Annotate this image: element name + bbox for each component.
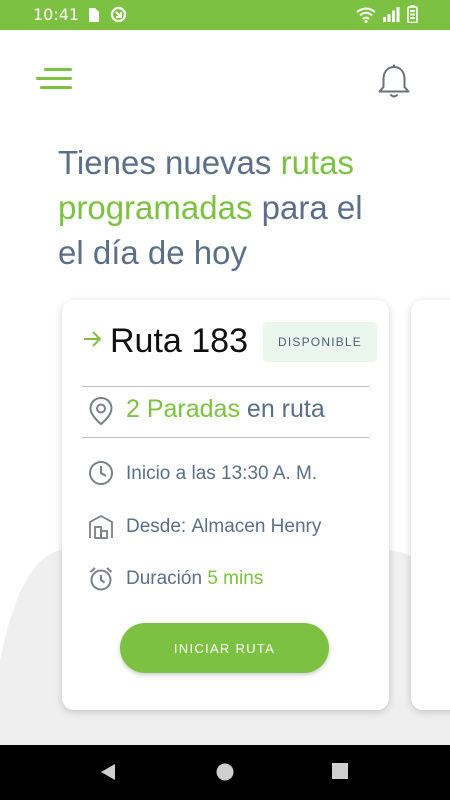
divider [82,437,369,438]
location-pin-icon [89,396,113,426]
stops-summary: 2 Paradas en ruta [126,395,325,424]
next-route-card[interactable] [411,300,450,710]
sd-card-icon [89,8,99,22]
status-badge: DISPONIBLE [263,322,377,362]
hamburger-menu-icon[interactable] [36,66,74,96]
route-card[interactable]: Ruta 183 DISPONIBLE 2 Paradas en ruta In… [62,300,389,710]
navigation-bar [0,745,450,800]
duration-row: Duración 5 mins [126,568,263,590]
start-route-button[interactable]: INICIAR RUTA [120,623,329,673]
status-bar: 10:41 [0,0,450,30]
alarm-clock-icon [89,567,113,591]
home-circle-icon[interactable] [215,762,235,782]
sync-icon [110,6,127,23]
signal-icon [383,7,400,22]
back-triangle-icon[interactable] [98,762,118,782]
divider [82,386,369,387]
recents-square-icon[interactable] [331,762,349,780]
status-time: 10:41 [33,5,80,24]
stops-suffix: en ruta [239,395,325,423]
clock-icon [89,461,113,485]
origin-value: Almacen Henry [191,516,322,537]
warehouse-icon [89,514,113,539]
headline-part1: Tienes nuevas [58,144,281,181]
route-title: Ruta 183 [110,322,248,360]
origin-label: Desde: [126,516,187,537]
wifi-icon [356,7,376,23]
start-time: Inicio a las 13:30 A. M. [126,463,318,484]
battery-icon [407,5,418,23]
origin-row: Desde: Almacen Henry [126,516,321,538]
page-headline: Tienes nuevas rutas programadas para el … [58,140,388,275]
duration-value: 5 mins [207,568,264,589]
stops-count: 2 Paradas [126,395,240,423]
duration-label: Duración [126,568,203,589]
arrow-right-icon [84,331,102,347]
bell-icon[interactable] [376,64,412,100]
